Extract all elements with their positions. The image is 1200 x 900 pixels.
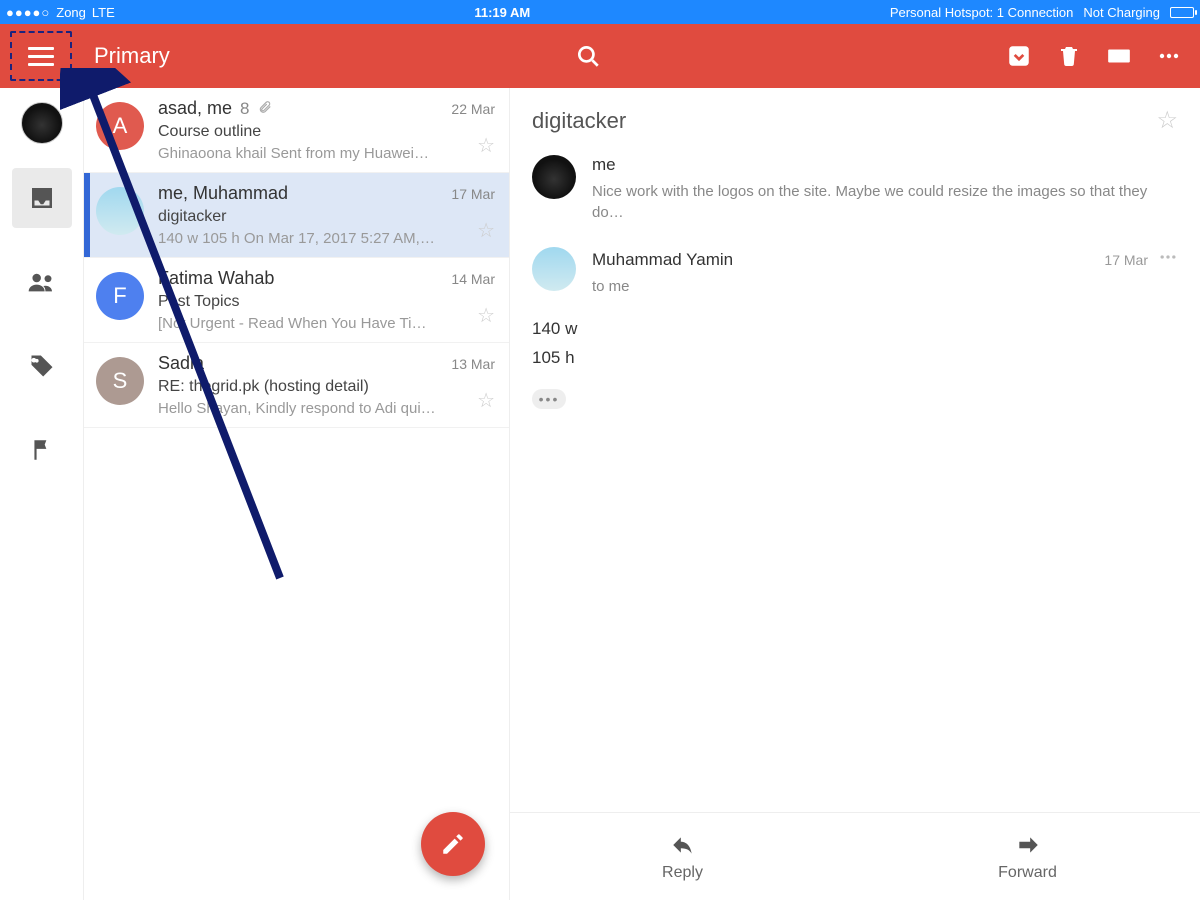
archive-icon	[1006, 43, 1032, 69]
rail-flagged[interactable]	[12, 420, 72, 480]
subject-label: digitacker	[158, 208, 495, 226]
star-button[interactable]: ☆	[477, 388, 495, 413]
star-button[interactable]: ☆	[477, 218, 495, 243]
body-line: 105 h	[532, 344, 1178, 373]
attachment-icon	[258, 100, 272, 117]
show-trimmed-button[interactable]: •••	[532, 389, 566, 409]
message-avatar	[532, 247, 576, 291]
sender-avatar: F	[96, 272, 144, 320]
more-icon	[1157, 44, 1181, 68]
clock-label: 11:19 AM	[115, 5, 890, 20]
overflow-button[interactable]	[1156, 43, 1182, 69]
sender-label: Fatima Wahab	[158, 268, 274, 289]
inbox-icon	[27, 183, 57, 213]
reply-label: Reply	[662, 864, 703, 882]
rail-promotions[interactable]	[12, 336, 72, 396]
star-button[interactable]: ☆	[477, 303, 495, 328]
envelope-icon	[1106, 43, 1132, 69]
sender-label: Sadia	[158, 353, 204, 374]
date-label: 14 Mar	[451, 271, 495, 287]
flag-icon	[29, 437, 55, 463]
snippet-label: Ghinaoona khail Sent from my Huawei…	[158, 145, 495, 162]
forward-icon	[1015, 832, 1041, 858]
pencil-icon	[440, 831, 466, 857]
thread-title: digitacker	[532, 108, 626, 134]
message-to: to me	[592, 278, 1178, 295]
message-avatar	[532, 155, 576, 199]
sender-label: asad, me	[158, 98, 232, 119]
charging-label: Not Charging	[1083, 5, 1160, 20]
email-row[interactable]: me, Muhammad 17 Mar digitacker 140 w 105…	[84, 173, 509, 258]
reply-button[interactable]: Reply	[510, 813, 855, 900]
carrier-label: Zong	[56, 5, 86, 20]
email-row[interactable]: A asad, me 8 22 Mar Course outline Ghina…	[84, 88, 509, 173]
trash-icon	[1057, 44, 1081, 68]
search-icon	[575, 43, 601, 69]
compose-button[interactable]	[421, 812, 485, 876]
mark-unread-button[interactable]	[1106, 43, 1132, 69]
app-toolbar: Primary	[0, 24, 1200, 88]
hamburger-icon	[28, 47, 54, 66]
rail-social[interactable]	[12, 252, 72, 312]
message-detail: digitacker ☆ me Nice work with the logos…	[510, 88, 1200, 900]
sender-label: me, Muhammad	[158, 183, 288, 204]
reply-icon	[670, 832, 696, 858]
rail-primary[interactable]	[12, 168, 72, 228]
thread-count: 8	[240, 99, 249, 119]
date-label: 22 Mar	[451, 101, 495, 117]
email-row[interactable]: S Sadia 13 Mar RE: thegrid.pk (hosting d…	[84, 343, 509, 428]
menu-button[interactable]	[10, 31, 72, 81]
thread-star-button[interactable]: ☆	[1156, 106, 1178, 135]
hotspot-label: Personal Hotspot: 1 Connection	[890, 5, 1074, 20]
date-label: 17 Mar	[451, 186, 495, 202]
message-from: Muhammad Yamin	[592, 250, 733, 270]
subject-label: Post Topics	[158, 293, 495, 311]
subject-label: Course outline	[158, 123, 495, 141]
toolbar-title: Primary	[94, 43, 170, 69]
message-expanded-header[interactable]: Muhammad Yamin 17 Mar to me	[510, 235, 1200, 307]
snippet-label: Hello Shayan, Kindly respond to Adi qui…	[158, 400, 495, 417]
snippet-label: 140 w 105 h On Mar 17, 2017 5:27 AM,…	[158, 230, 495, 247]
message-from: me	[592, 155, 1178, 175]
search-button[interactable]	[564, 43, 612, 69]
message-more-button[interactable]	[1158, 247, 1178, 272]
sender-avatar	[96, 187, 144, 235]
message-date: 17 Mar	[1104, 252, 1148, 268]
sender-avatar: A	[96, 102, 144, 150]
star-button[interactable]: ☆	[477, 133, 495, 158]
people-icon	[26, 266, 58, 298]
network-label: LTE	[92, 5, 115, 20]
email-row[interactable]: F Fatima Wahab 14 Mar Post Topics [Not U…	[84, 258, 509, 343]
email-list: A asad, me 8 22 Mar Course outline Ghina…	[84, 88, 510, 900]
archive-button[interactable]	[1006, 43, 1032, 69]
sender-avatar: S	[96, 357, 144, 405]
subject-label: RE: thegrid.pk (hosting detail)	[158, 378, 495, 396]
forward-button[interactable]: Forward	[855, 813, 1200, 900]
battery-icon	[1170, 7, 1194, 18]
message-collapsed[interactable]: me Nice work with the logos on the site.…	[510, 143, 1200, 235]
sidebar-rail	[0, 88, 84, 900]
message-body: 140 w 105 h	[510, 307, 1200, 381]
account-avatar[interactable]	[21, 102, 63, 144]
status-bar: ●●●●○ Zong LTE 11:19 AM Personal Hotspot…	[0, 0, 1200, 24]
more-icon	[1158, 247, 1178, 267]
delete-button[interactable]	[1056, 43, 1082, 69]
cell-signal-icon: ●●●●○	[6, 5, 50, 20]
body-line: 140 w	[532, 315, 1178, 344]
snippet-label: [Not Urgent - Read When You Have Ti…	[158, 315, 495, 332]
date-label: 13 Mar	[451, 356, 495, 372]
tag-icon	[28, 352, 56, 380]
forward-label: Forward	[998, 864, 1057, 882]
message-snippet: Nice work with the logos on the site. Ma…	[592, 181, 1178, 223]
